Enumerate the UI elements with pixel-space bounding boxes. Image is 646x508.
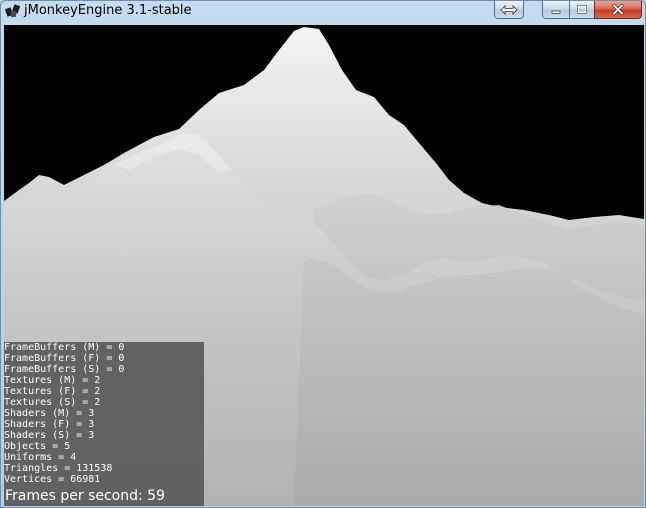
- window-title: jMonkeyEngine 3.1-stable: [24, 3, 192, 18]
- stat-textures-m: Textures (M) = 2: [4, 375, 101, 386]
- stat-triangles: Triangles = 131538: [4, 463, 113, 474]
- stat-objects: Objects = 5: [4, 441, 71, 452]
- jmonkey-logo-icon: [5, 4, 21, 17]
- stat-textures-f: Textures (F) = 2: [4, 386, 101, 397]
- maximize-button[interactable]: [569, 1, 595, 19]
- maximize-icon: [577, 5, 587, 14]
- minimize-icon: [551, 10, 561, 14]
- stats-panel: FrameBuffers (M) = 0 FrameBuffers (F) = …: [4, 342, 204, 506]
- title-bar[interactable]: jMonkeyEngine 3.1-stable: [1, 1, 645, 23]
- close-button[interactable]: [594, 1, 642, 19]
- stat-shaders-m: Shaders (M) = 3: [4, 408, 95, 419]
- stat-uniforms: Uniforms = 4: [4, 452, 77, 463]
- render-viewport[interactable]: FrameBuffers (M) = 0 FrameBuffers (F) = …: [4, 25, 644, 506]
- minimize-button[interactable]: [542, 1, 570, 19]
- restore-button[interactable]: [494, 1, 524, 19]
- fps-counter: Frames per second: 59: [5, 488, 165, 504]
- stat-shaders-f: Shaders (F) = 3: [4, 419, 95, 430]
- stat-textures-s: Textures (S) = 2: [4, 397, 101, 408]
- close-icon: [612, 4, 624, 15]
- stat-vertices: Vertices = 66981: [4, 474, 101, 485]
- stat-shaders-s: Shaders (S) = 3: [4, 430, 95, 441]
- restore-arrows-icon: [500, 4, 518, 15]
- stat-framebuffers-m: FrameBuffers (M) = 0: [4, 342, 125, 353]
- stat-framebuffers-s: FrameBuffers (S) = 0: [4, 364, 125, 375]
- app-window: jMonkeyEngine 3.1-stable FrameBuffers (M…: [0, 0, 646, 508]
- stat-framebuffers-f: FrameBuffers (F) = 0: [4, 353, 125, 364]
